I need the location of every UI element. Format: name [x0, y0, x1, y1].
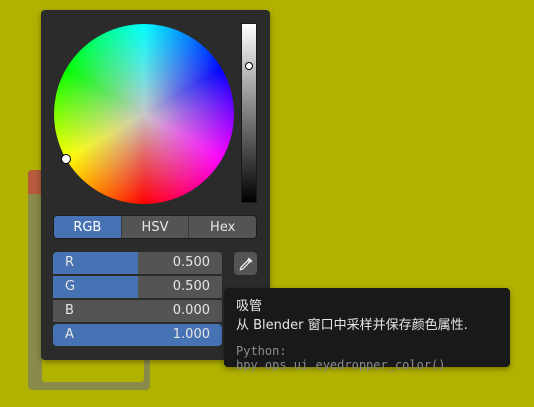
- color-wheel-cursor[interactable]: [61, 154, 71, 164]
- tooltip-python: Python: bpy.ops.ui.eyedropper_color(): [236, 344, 446, 372]
- color-fields: R 0.500 G 0.500 B 0.000 A 1.000: [53, 252, 222, 348]
- background-node-header: [28, 170, 42, 194]
- tab-hex[interactable]: Hex: [188, 216, 256, 238]
- field-r-label: R: [65, 255, 75, 270]
- field-g-label: G: [65, 279, 76, 294]
- value-slider[interactable]: [241, 23, 257, 203]
- tooltip-title: 吸管: [236, 299, 263, 314]
- color-wheel[interactable]: [54, 24, 234, 204]
- tooltip-description: 从 Blender 窗口中采样并保存颜色属性.: [236, 318, 468, 333]
- eyedropper-tooltip: 吸管 从 Blender 窗口中采样并保存颜色属性. Python: bpy.o…: [224, 288, 510, 372]
- tab-rgb[interactable]: RGB: [54, 216, 121, 238]
- field-g[interactable]: G 0.500: [53, 276, 222, 298]
- field-b-label: B: [65, 303, 74, 318]
- field-a-label: A: [65, 327, 74, 342]
- field-a[interactable]: A 1.000: [53, 324, 222, 346]
- eyedropper-button[interactable]: [234, 252, 257, 275]
- field-b-value: 0.000: [172, 303, 210, 318]
- field-b[interactable]: B 0.000: [53, 300, 222, 322]
- field-g-value: 0.500: [172, 279, 210, 294]
- field-a-value: 1.000: [172, 327, 210, 342]
- field-r[interactable]: R 0.500: [53, 252, 222, 274]
- eyedropper-icon: [239, 257, 252, 270]
- color-mode-tabs: RGB HSV Hex: [53, 215, 257, 239]
- tab-hsv[interactable]: HSV: [120, 216, 189, 238]
- field-r-value: 0.500: [172, 255, 210, 270]
